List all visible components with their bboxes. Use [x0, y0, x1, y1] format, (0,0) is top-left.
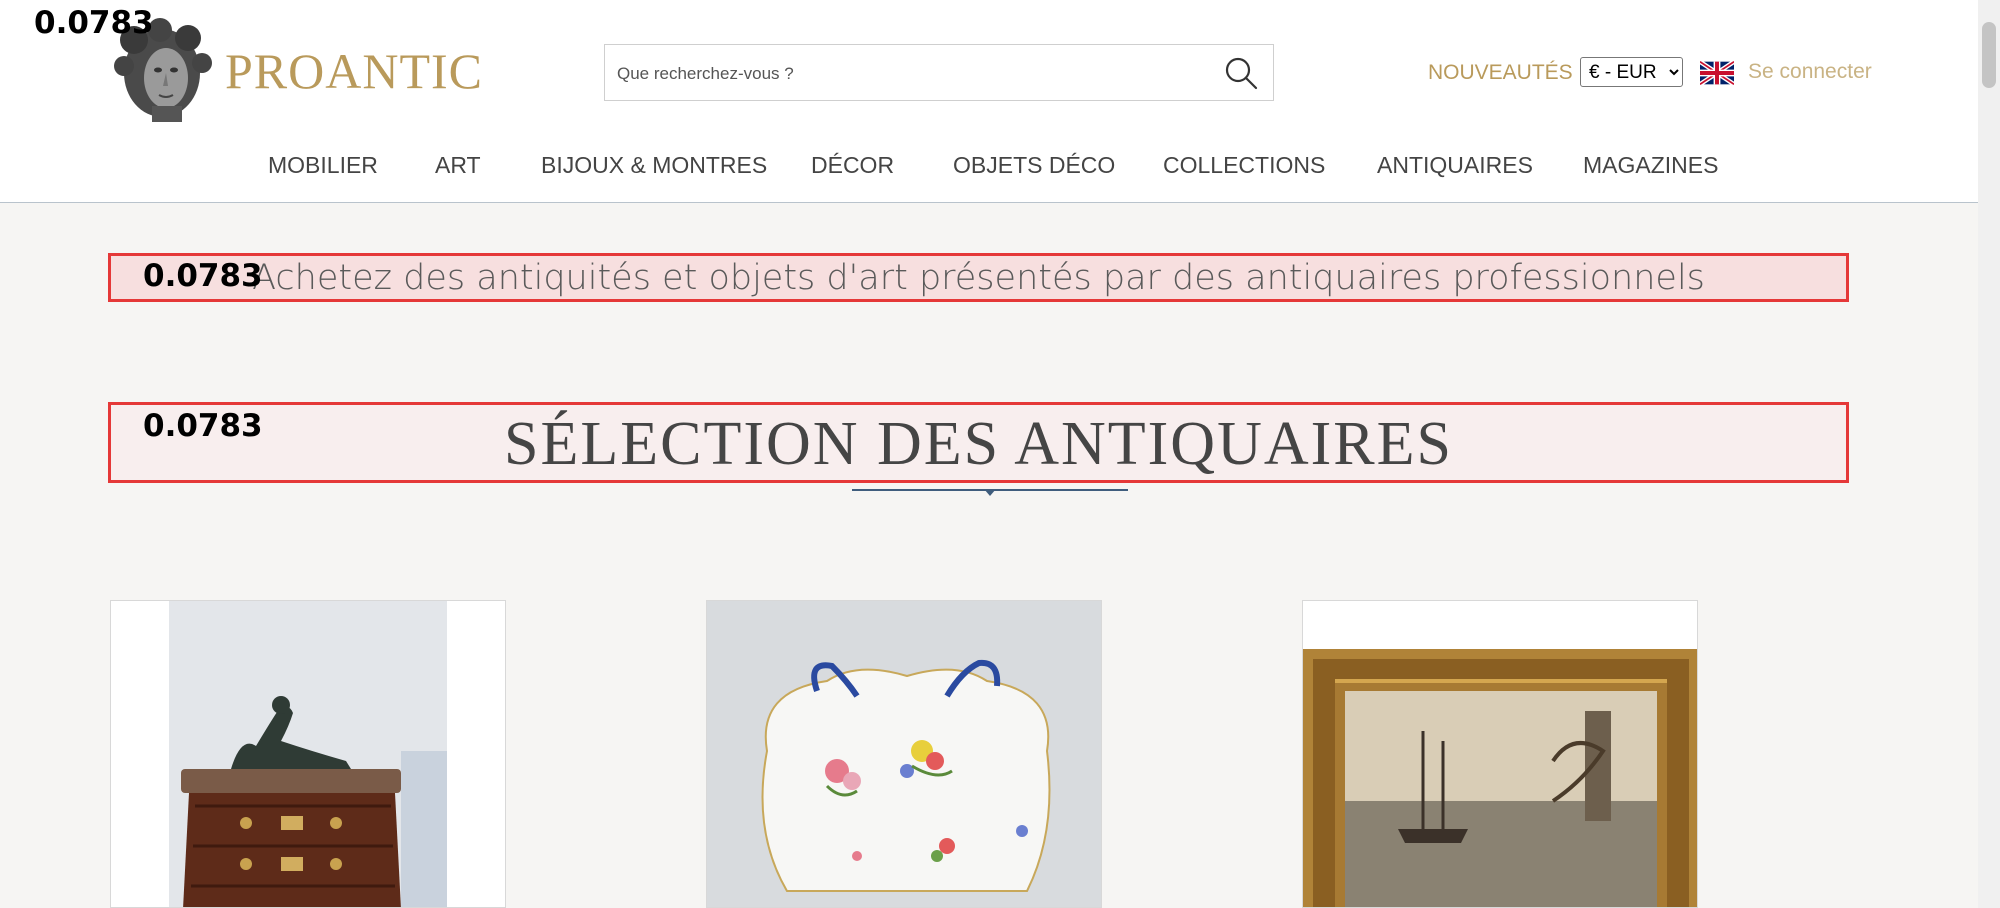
main-nav: MOBILIER ART BIJOUX & MONTRES DÉCOR OBJE…	[0, 150, 1978, 180]
nav-item-art[interactable]: ART	[435, 150, 481, 180]
uk-flag-icon[interactable]	[1700, 60, 1734, 86]
score-label-top: 0.0783	[34, 5, 154, 41]
title-arrow-icon	[984, 489, 996, 496]
new-arrivals-link[interactable]: NOUVEAUTÉS	[1428, 62, 1573, 83]
nav-item-decor[interactable]: DÉCOR	[811, 150, 894, 180]
search-bar	[604, 44, 1274, 101]
product-image-commode[interactable]	[111, 601, 506, 908]
nav-item-bijoux-montres[interactable]: BIJOUX & MONTRES	[541, 150, 767, 180]
scrollbar-thumb[interactable]	[1982, 22, 1996, 88]
brand-name[interactable]: PROANTIC	[225, 46, 483, 96]
score-label-tagline: 0.0783	[143, 258, 263, 294]
nav-item-objets-deco[interactable]: OBJETS DÉCO	[953, 150, 1115, 180]
site-header: PROANTIC NOUVEAUTÉS € - EUR Se connecter…	[0, 0, 1978, 203]
section-title: SÉLECTION DES ANTIQUAIRES	[504, 410, 1453, 478]
tagline-text: Achetez des antiquités et objets d'art p…	[252, 258, 1705, 298]
product-image-seascape-painting[interactable]	[1303, 601, 1698, 908]
search-icon[interactable]	[1223, 55, 1259, 91]
nav-item-antiquaires[interactable]: ANTIQUAIRES	[1377, 150, 1533, 180]
product-card-1[interactable]	[110, 600, 506, 908]
search-input[interactable]	[615, 57, 1209, 91]
product-card-3[interactable]	[1302, 600, 1698, 908]
nav-item-mobilier[interactable]: MOBILIER	[268, 150, 378, 180]
nav-item-magazines[interactable]: MAGAZINES	[1583, 150, 1718, 180]
currency-select[interactable]: € - EUR	[1580, 57, 1683, 87]
tagline-banner: Achetez des antiquités et objets d'art p…	[108, 253, 1849, 302]
section-heading-box: SÉLECTION DES ANTIQUAIRES	[108, 402, 1849, 483]
nav-item-collections[interactable]: COLLECTIONS	[1163, 150, 1325, 180]
product-image-porcelain-dish[interactable]	[707, 601, 1102, 908]
page-scrollbar[interactable]	[1978, 0, 2000, 908]
product-card-2[interactable]	[706, 600, 1102, 908]
login-link[interactable]: Se connecter	[1748, 61, 1872, 82]
score-label-section: 0.0783	[143, 408, 263, 444]
